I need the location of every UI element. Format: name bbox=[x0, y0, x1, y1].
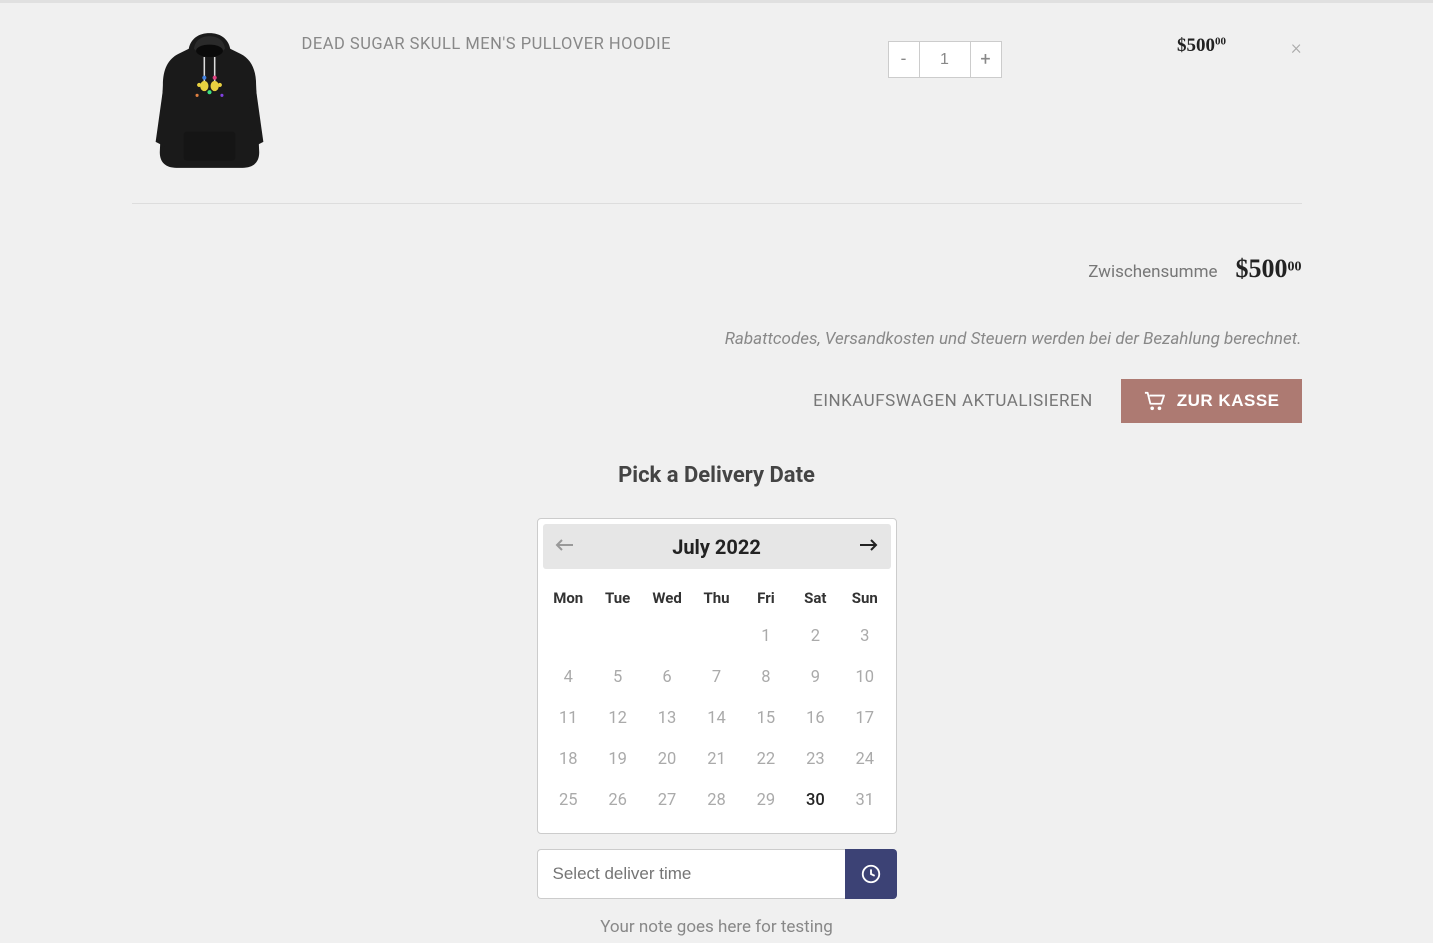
line-price: $50000 bbox=[1177, 35, 1226, 57]
calendar-day: 21 bbox=[693, 740, 740, 779]
hoodie-image bbox=[147, 28, 272, 173]
calendar-next-button[interactable] bbox=[858, 534, 878, 559]
calendar-day-header: Sun bbox=[841, 581, 888, 615]
calendar-day: 22 bbox=[742, 740, 789, 779]
calendar-day: 10 bbox=[841, 658, 888, 697]
calendar-day: 4 bbox=[545, 658, 592, 697]
calendar-day: 1 bbox=[742, 617, 789, 656]
calendar-day bbox=[545, 617, 592, 656]
calendar-day: 6 bbox=[643, 658, 690, 697]
calendar-day: 26 bbox=[594, 781, 641, 820]
calendar-day: 9 bbox=[792, 658, 839, 697]
calendar-day-header: Thu bbox=[693, 581, 740, 615]
calendar-day: 25 bbox=[545, 781, 592, 820]
calendar-day: 27 bbox=[643, 781, 690, 820]
calendar-day-header: Tue bbox=[594, 581, 641, 615]
calendar-day: 20 bbox=[643, 740, 690, 779]
calendar-day: 12 bbox=[594, 699, 641, 738]
checkout-label: ZUR KASSE bbox=[1177, 391, 1280, 411]
update-cart-button[interactable]: EINKAUFSWAGEN AKTUALISIEREN bbox=[813, 391, 1093, 411]
calendar-day: 23 bbox=[792, 740, 839, 779]
calendar-day: 31 bbox=[841, 781, 888, 820]
quantity-controls: - + bbox=[888, 41, 1002, 78]
checkout-button[interactable]: ZUR KASSE bbox=[1121, 379, 1302, 423]
calendar: July 2022 MonTueWedThuFriSatSun123456789… bbox=[537, 518, 897, 834]
calendar-day bbox=[693, 617, 740, 656]
calendar-day: 18 bbox=[545, 740, 592, 779]
delivery-time-input[interactable] bbox=[537, 849, 845, 899]
calendar-day: 14 bbox=[693, 699, 740, 738]
calendar-day-header: Mon bbox=[545, 581, 592, 615]
calendar-day: 17 bbox=[841, 699, 888, 738]
calendar-day: 13 bbox=[643, 699, 690, 738]
calendar-day: 11 bbox=[545, 699, 592, 738]
qty-increase-button[interactable]: + bbox=[970, 41, 1002, 78]
qty-input[interactable] bbox=[920, 41, 970, 78]
calendar-month: July 2022 bbox=[672, 535, 761, 559]
cart-icon bbox=[1143, 391, 1165, 411]
calendar-day-header: Sat bbox=[792, 581, 839, 615]
calendar-day-header: Wed bbox=[643, 581, 690, 615]
delivery-title: Pick a Delivery Date bbox=[132, 463, 1302, 488]
product-title[interactable]: DEAD SUGAR SKULL MEN'S PULLOVER HOODIE bbox=[302, 23, 888, 54]
calendar-day: 28 bbox=[693, 781, 740, 820]
calendar-day: 24 bbox=[841, 740, 888, 779]
delivery-note: Your note goes here for testing bbox=[132, 917, 1302, 937]
subtotal-label: Zwischensumme bbox=[1088, 262, 1217, 282]
calendar-day: 2 bbox=[792, 617, 839, 656]
delivery-time-button[interactable] bbox=[845, 849, 897, 899]
tax-note: Rabattcodes, Versandkosten und Steuern w… bbox=[132, 329, 1302, 349]
subtotal-price: $50000 bbox=[1236, 254, 1302, 284]
calendar-day: 5 bbox=[594, 658, 641, 697]
cart-item-row: DEAD SUGAR SKULL MEN'S PULLOVER HOODIE -… bbox=[132, 3, 1302, 204]
clock-icon bbox=[860, 863, 882, 885]
calendar-day: 16 bbox=[792, 699, 839, 738]
arrow-left-icon bbox=[555, 537, 575, 553]
calendar-day bbox=[594, 617, 641, 656]
calendar-day: 19 bbox=[594, 740, 641, 779]
calendar-day[interactable]: 30 bbox=[792, 781, 839, 820]
calendar-day: 8 bbox=[742, 658, 789, 697]
calendar-day: 3 bbox=[841, 617, 888, 656]
product-image[interactable] bbox=[132, 23, 287, 178]
arrow-right-icon bbox=[858, 537, 878, 553]
calendar-day-header: Fri bbox=[742, 581, 789, 615]
calendar-day: 7 bbox=[693, 658, 740, 697]
calendar-day bbox=[643, 617, 690, 656]
calendar-day: 29 bbox=[742, 781, 789, 820]
qty-decrease-button[interactable]: - bbox=[888, 41, 920, 78]
subtotal-row: Zwischensumme $50000 bbox=[132, 254, 1302, 284]
remove-item-button[interactable]: × bbox=[1291, 35, 1301, 59]
calendar-prev-button bbox=[555, 534, 575, 559]
calendar-day: 15 bbox=[742, 699, 789, 738]
